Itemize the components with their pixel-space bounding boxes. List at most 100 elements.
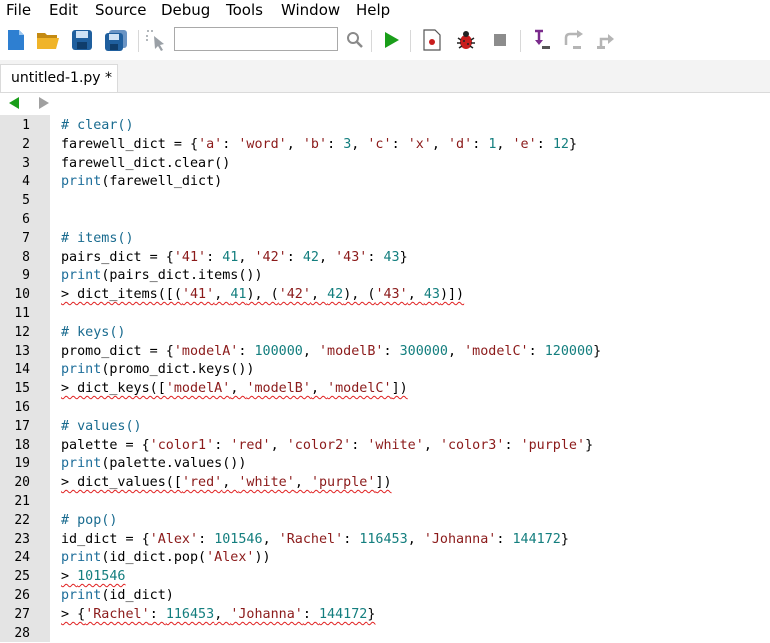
code-token: (promo_dict.keys()) [101, 362, 255, 378]
line-number: 10 [14, 287, 30, 303]
save-all-icon[interactable] [104, 28, 128, 52]
code-line[interactable]: # items() [61, 230, 134, 249]
code-token: : [536, 136, 553, 152]
code-editor[interactable]: 1 2 3 4 5 6 7 8 9 10 11 12 13 14 15 16 17 18 19 20 21 22 23 24 2… [0, 115, 770, 642]
code-line[interactable]: print(pairs_dict.items()) [61, 267, 263, 286]
menu-source[interactable]: Source [95, 1, 147, 19]
history-nav [0, 93, 770, 115]
code-token: : [214, 437, 231, 453]
line-number: 12 [14, 324, 30, 340]
line-number: 28 [14, 625, 30, 641]
code-token-str: '43' [335, 249, 368, 265]
code-token-num: 100000 [254, 343, 303, 359]
code-token: , [286, 136, 303, 152]
code-token-str: 'color1' [149, 437, 215, 453]
code-line[interactable]: print(id_dict) [61, 587, 174, 606]
search-icon[interactable] [343, 28, 367, 52]
code-token-builtin: print [61, 588, 102, 603]
bug-icon[interactable] [454, 28, 478, 52]
menu-tools[interactable]: Tools [226, 1, 263, 19]
code-line[interactable]: # clear() [61, 117, 134, 136]
debug-stop-icon[interactable] [420, 28, 444, 52]
code-line[interactable]: print(palette.values()) [61, 455, 246, 474]
code-token-str: '42' [254, 249, 287, 265]
code-token-num: 144172 [319, 606, 368, 622]
line-number: 25 [14, 569, 30, 585]
code-line[interactable]: # pop() [61, 512, 117, 531]
code-line[interactable]: # keys() [61, 324, 126, 343]
code-token: , [407, 531, 424, 547]
code-token: } [568, 136, 577, 152]
code-line[interactable]: > dict_keys(['modelA', 'modelB', 'modelC… [61, 380, 408, 399]
code-token-num: 41 [230, 287, 247, 303]
code-line[interactable]: print(farewell_dict) [61, 173, 222, 192]
code-token: : [367, 249, 384, 265]
code-token: } [560, 531, 569, 547]
save-icon[interactable] [70, 28, 94, 52]
open-folder-icon[interactable] [36, 28, 60, 52]
code-token: > { [61, 606, 86, 622]
code-token-str: '42' [278, 287, 311, 303]
line-number: 15 [14, 381, 30, 397]
line-number: 9 [22, 268, 30, 284]
code-token: ), ( [343, 287, 376, 303]
code-line[interactable]: print(id_dict.pop('Alex')) [61, 549, 271, 568]
code-token-str: 'purple' [520, 437, 586, 453]
code-line[interactable]: > 101546 [61, 568, 126, 587]
code-token-comment: # pop() [61, 512, 118, 528]
new-file-icon[interactable] [4, 28, 28, 52]
code-line[interactable]: # values() [61, 418, 142, 437]
code-line[interactable]: print(promo_dict.keys()) [61, 361, 255, 380]
code-line[interactable]: > dict_values(['red', 'white', 'purple']… [61, 474, 392, 493]
select-pointer-icon[interactable] [144, 28, 168, 52]
line-number: 22 [14, 512, 30, 528]
code-token-str: 'red' [181, 475, 223, 491]
line-number: 24 [14, 550, 30, 566]
code-token: } [585, 437, 594, 453]
code-token: : [206, 249, 223, 265]
code-line[interactable]: palette = {'color1': 'red', 'color2': 'w… [61, 437, 593, 456]
menu-help[interactable]: Help [356, 1, 390, 19]
code-token-num: 41 [222, 249, 239, 265]
code-token-comment: # values() [61, 418, 142, 434]
line-number: 6 [22, 212, 30, 227]
line-number: 3 [22, 155, 30, 171]
code-token: (farewell_dict) [101, 174, 223, 190]
menu-edit[interactable]: Edit [49, 1, 78, 19]
line-number-gutter: 1 2 3 4 5 6 7 8 9 10 11 12 13 14 15 16 17 18 19 20 21 22 23 24 2… [0, 115, 50, 642]
code-token: id_dict = { [61, 531, 150, 547]
line-number: 20 [14, 475, 30, 491]
code-token: } [593, 343, 602, 359]
code-token: , [423, 437, 440, 453]
code-line[interactable]: id_dict = {'Alex': 101546, 'Rachel': 116… [61, 531, 569, 550]
menu-window[interactable]: Window [281, 1, 340, 19]
code-token-str: 'purple' [310, 475, 376, 491]
code-token-num: 12 [552, 136, 569, 152]
code-token: pairs_dict = { [61, 249, 174, 265]
line-number: 5 [22, 193, 30, 209]
code-token: palette = { [61, 437, 150, 453]
forward-arrow-icon[interactable] [37, 96, 51, 115]
code-token: , [351, 136, 368, 152]
code-token-str: 'a' [198, 136, 223, 152]
step-over-icon[interactable] [562, 28, 586, 52]
menu-file[interactable]: File [6, 1, 31, 19]
toolbar-separator [520, 30, 521, 52]
code-token-str: 'word' [238, 136, 287, 152]
code-token: : [351, 437, 368, 453]
search-input[interactable] [174, 27, 338, 51]
stop-icon[interactable] [488, 28, 512, 52]
code-line[interactable]: > {'Rachel': 116453, 'Johanna': 144172} [61, 606, 375, 625]
run-icon[interactable] [379, 28, 403, 52]
code-line[interactable]: pairs_dict = {'41': 41, '42': 42, '43': … [61, 249, 408, 268]
code-line[interactable]: farewell_dict.clear() [61, 155, 230, 174]
menu-debug[interactable]: Debug [161, 1, 210, 19]
back-arrow-icon[interactable] [7, 96, 21, 115]
code-line[interactable]: > dict_items([('41', 41), ('42', 42), ('… [61, 286, 464, 305]
tab-untitled-1[interactable]: untitled-1.py * [0, 64, 118, 92]
code-line[interactable]: promo_dict = {'modelA': 100000, 'modelB'… [61, 343, 601, 362]
step-in-icon[interactable] [530, 28, 554, 52]
code-line[interactable]: farewell_dict = {'a': 'word', 'b': 3, 'c… [61, 136, 577, 155]
step-out-icon[interactable] [594, 28, 618, 52]
code-token: , [496, 136, 513, 152]
